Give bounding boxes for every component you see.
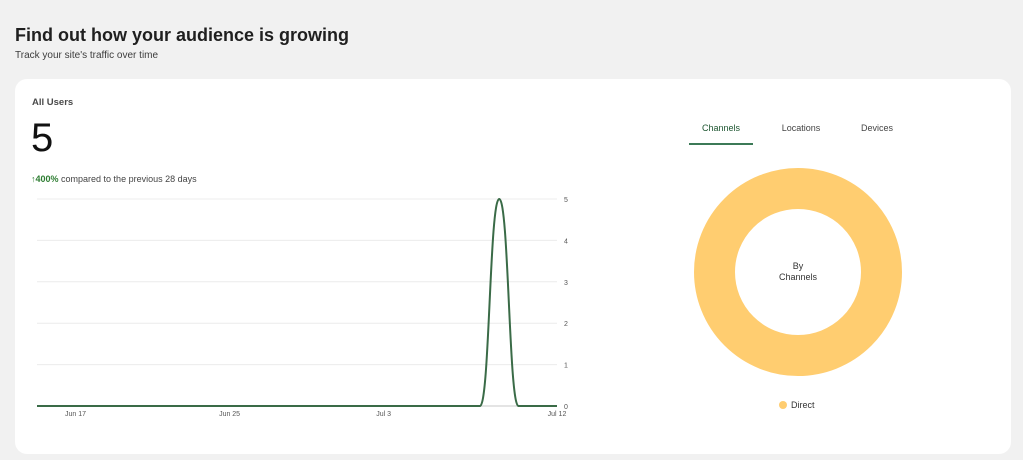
donut-center-label: By Channels <box>748 261 848 283</box>
y-tick-label: 3 <box>564 280 568 287</box>
legend-label-direct: Direct <box>791 400 815 410</box>
x-tick-label: Jul 3 <box>376 411 391 418</box>
tab-channels[interactable]: Channels <box>689 123 753 145</box>
y-tick-label: 2 <box>564 321 568 328</box>
donut-center-line1: By <box>792 261 804 271</box>
y-tick-label: 5 <box>564 197 568 204</box>
y-tick-label: 1 <box>564 363 568 370</box>
x-tick-label: Jun 25 <box>219 411 240 418</box>
series-line <box>37 197 557 407</box>
page-title: Find out how your audience is growing <box>15 25 350 45</box>
tab-locations[interactable]: Locations <box>773 123 829 143</box>
page-subtitle: Track your site's traffic over time <box>15 50 159 61</box>
donut-center-line2: Channels <box>778 272 818 282</box>
users-line-chart: 0 1 2 3 4 5 Jun 17 Jun 25 Jul 3 Jul 12 <box>37 197 568 418</box>
page-header: Find out how your audience is growing Tr… <box>15 24 349 62</box>
breakdown-tabs: Channels Locations Devices <box>689 123 909 145</box>
traffic-card: All Users 5 ↑400% compared to the previo… <box>15 79 1011 454</box>
y-tick-label: 4 <box>564 238 568 245</box>
tab-devices[interactable]: Devices <box>849 123 905 143</box>
legend-swatch <box>779 401 787 409</box>
x-tick-label: Jun 17 <box>65 411 86 418</box>
y-tick-label: 0 <box>564 404 568 411</box>
x-tick-label: Jul 12 <box>548 411 567 418</box>
donut-legend: Direct <box>779 400 815 410</box>
